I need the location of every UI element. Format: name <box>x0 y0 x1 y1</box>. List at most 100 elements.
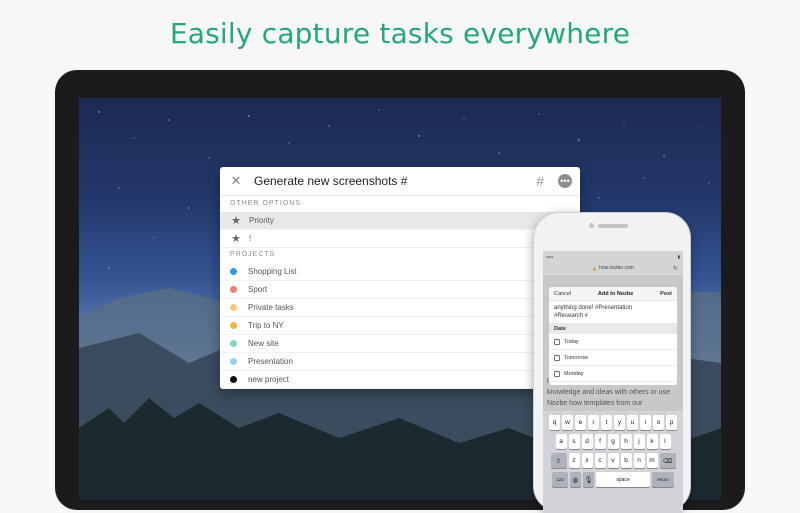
project-item[interactable]: New site <box>220 335 580 353</box>
quick-add-popup: ✕ Generate new screenshots # # ••• OTHER… <box>220 167 580 389</box>
project-item[interactable]: Sport <box>220 281 580 299</box>
space-key[interactable]: space <box>596 472 650 487</box>
microphone-key[interactable]: 🎙 <box>583 472 594 487</box>
key-g[interactable]: g <box>607 434 619 449</box>
other-options-label: OTHER OPTIONS <box>230 200 301 207</box>
project-item[interactable]: Trip to NY <box>220 317 580 335</box>
camera-icon <box>589 223 594 228</box>
headline: Easily capture tasks everywhere <box>169 17 631 50</box>
project-label: Shopping List <box>248 267 297 276</box>
date-option-label: Monday <box>564 370 584 377</box>
iphone-frame: •••••▮ 🔒 how.nozbe.com ↻ Create your own… <box>533 212 691 513</box>
backspace-key[interactable]: ⌫ <box>659 453 676 468</box>
star-icon: ★ <box>231 215 241 227</box>
numbers-key[interactable]: 123 <box>552 472 568 487</box>
key-c[interactable]: c <box>594 453 606 468</box>
keyboard-row: 123 ◍ 🎙 space return <box>543 472 683 487</box>
globe-key[interactable]: ◍ <box>570 472 581 487</box>
key-u[interactable]: u <box>627 415 638 430</box>
key-b[interactable]: b <box>620 453 632 468</box>
key-t[interactable]: t <box>601 415 612 430</box>
date-option-today[interactable]: Today <box>549 334 677 350</box>
key-m[interactable]: m <box>646 453 658 468</box>
project-color-icon <box>230 340 237 347</box>
project-label: Private tasks <box>248 303 294 312</box>
project-label: Presentation <box>248 357 293 366</box>
keyboard-row: asdfghjkl <box>543 434 683 449</box>
share-text-field[interactable]: anything done! #Presentation #Research # <box>549 301 677 323</box>
calendar-icon <box>554 338 560 345</box>
key-x[interactable]: x <box>581 453 593 468</box>
task-input[interactable]: Generate new screenshots # <box>254 174 536 188</box>
key-j[interactable]: j <box>633 434 645 449</box>
project-item[interactable]: new project <box>220 371 580 389</box>
key-a[interactable]: a <box>555 434 567 449</box>
key-s[interactable]: s <box>568 434 580 449</box>
key-h[interactable]: h <box>620 434 632 449</box>
star-icon: ★ <box>231 233 241 245</box>
task-input-bar: ✕ Generate new screenshots # # ••• <box>220 167 580 196</box>
calendar-icon <box>554 354 560 361</box>
project-list: Shopping List Sport Private tasks Trip to N… <box>220 263 580 389</box>
project-label: new project <box>248 375 289 384</box>
url-text: how.nozbe.com <box>599 265 634 271</box>
projects-label: PROJECTS <box>230 251 276 258</box>
project-item[interactable]: Presentation <box>220 353 580 371</box>
reload-icon[interactable]: ↻ <box>673 265 678 272</box>
close-icon[interactable]: ✕ <box>228 173 244 189</box>
option-label: Priority <box>249 216 274 225</box>
key-k[interactable]: k <box>646 434 658 449</box>
post-button[interactable]: Post <box>660 291 672 297</box>
project-color-icon <box>230 322 237 329</box>
key-e[interactable]: e <box>575 415 586 430</box>
project-item[interactable]: Private tasks <box>220 299 580 317</box>
project-color-icon <box>230 268 237 275</box>
phone-screen: •••••▮ 🔒 how.nozbe.com ↻ Create your own… <box>543 251 683 513</box>
key-r[interactable]: r <box>588 415 599 430</box>
project-color-icon <box>230 286 237 293</box>
option-label: ! <box>249 234 252 243</box>
status-bar: ••••• ▮ <box>543 251 683 261</box>
project-label: Sport <box>248 285 268 294</box>
date-option-label: Tomorrow <box>564 354 589 361</box>
date-option-tomorrow[interactable]: Tomorrow <box>549 350 677 366</box>
sheet-title: Add to Nozbe <box>597 290 634 297</box>
share-text-line: #Research # <box>554 313 589 319</box>
key-d[interactable]: d <box>581 434 593 449</box>
project-item[interactable]: Shopping List <box>220 263 580 281</box>
date-option-label: Today <box>564 338 579 345</box>
key-i[interactable]: i <box>640 415 651 430</box>
keyboard-row: ⇧ zxcvbnm ⌫ <box>543 453 683 468</box>
hash-icon[interactable]: # <box>536 173 544 189</box>
more-icon[interactable]: ••• <box>558 174 572 188</box>
url-bar[interactable]: 🔒 how.nozbe.com ↻ <box>543 261 683 275</box>
key-w[interactable]: w <box>562 415 573 430</box>
key-f[interactable]: f <box>594 434 606 449</box>
key-y[interactable]: y <box>614 415 625 430</box>
date-section-label: Date <box>549 323 677 334</box>
calendar-icon <box>554 370 560 377</box>
keyboard-letters: zxcvbnm <box>568 453 659 468</box>
share-sheet: Cancel Add to Nozbe Post anything done! … <box>549 287 677 385</box>
key-n[interactable]: n <box>633 453 645 468</box>
return-key[interactable]: return <box>652 472 674 487</box>
key-o[interactable]: o <box>653 415 664 430</box>
key-l[interactable]: l <box>659 434 671 449</box>
share-text-line: anything done! #Presentation <box>554 305 633 311</box>
keyboard-row: qwertyuiop <box>543 415 683 430</box>
speaker-grille <box>598 224 628 228</box>
key-p[interactable]: p <box>666 415 677 430</box>
key-q[interactable]: q <box>549 415 560 430</box>
cancel-button[interactable]: Cancel <box>554 291 571 297</box>
date-option-monday[interactable]: Monday <box>549 366 677 382</box>
option-item-exclaim[interactable]: ★ ! <box>220 230 580 248</box>
key-z[interactable]: z <box>568 453 580 468</box>
option-item-priority[interactable]: ★ Priority <box>220 212 580 230</box>
project-label: New site <box>248 339 279 348</box>
lock-icon: 🔒 <box>592 265 598 271</box>
project-label: Trip to NY <box>248 321 284 330</box>
shift-key[interactable]: ⇧ <box>550 453 567 468</box>
share-sheet-header: Cancel Add to Nozbe Post <box>549 287 677 301</box>
key-v[interactable]: v <box>607 453 619 468</box>
project-color-icon <box>230 304 237 311</box>
